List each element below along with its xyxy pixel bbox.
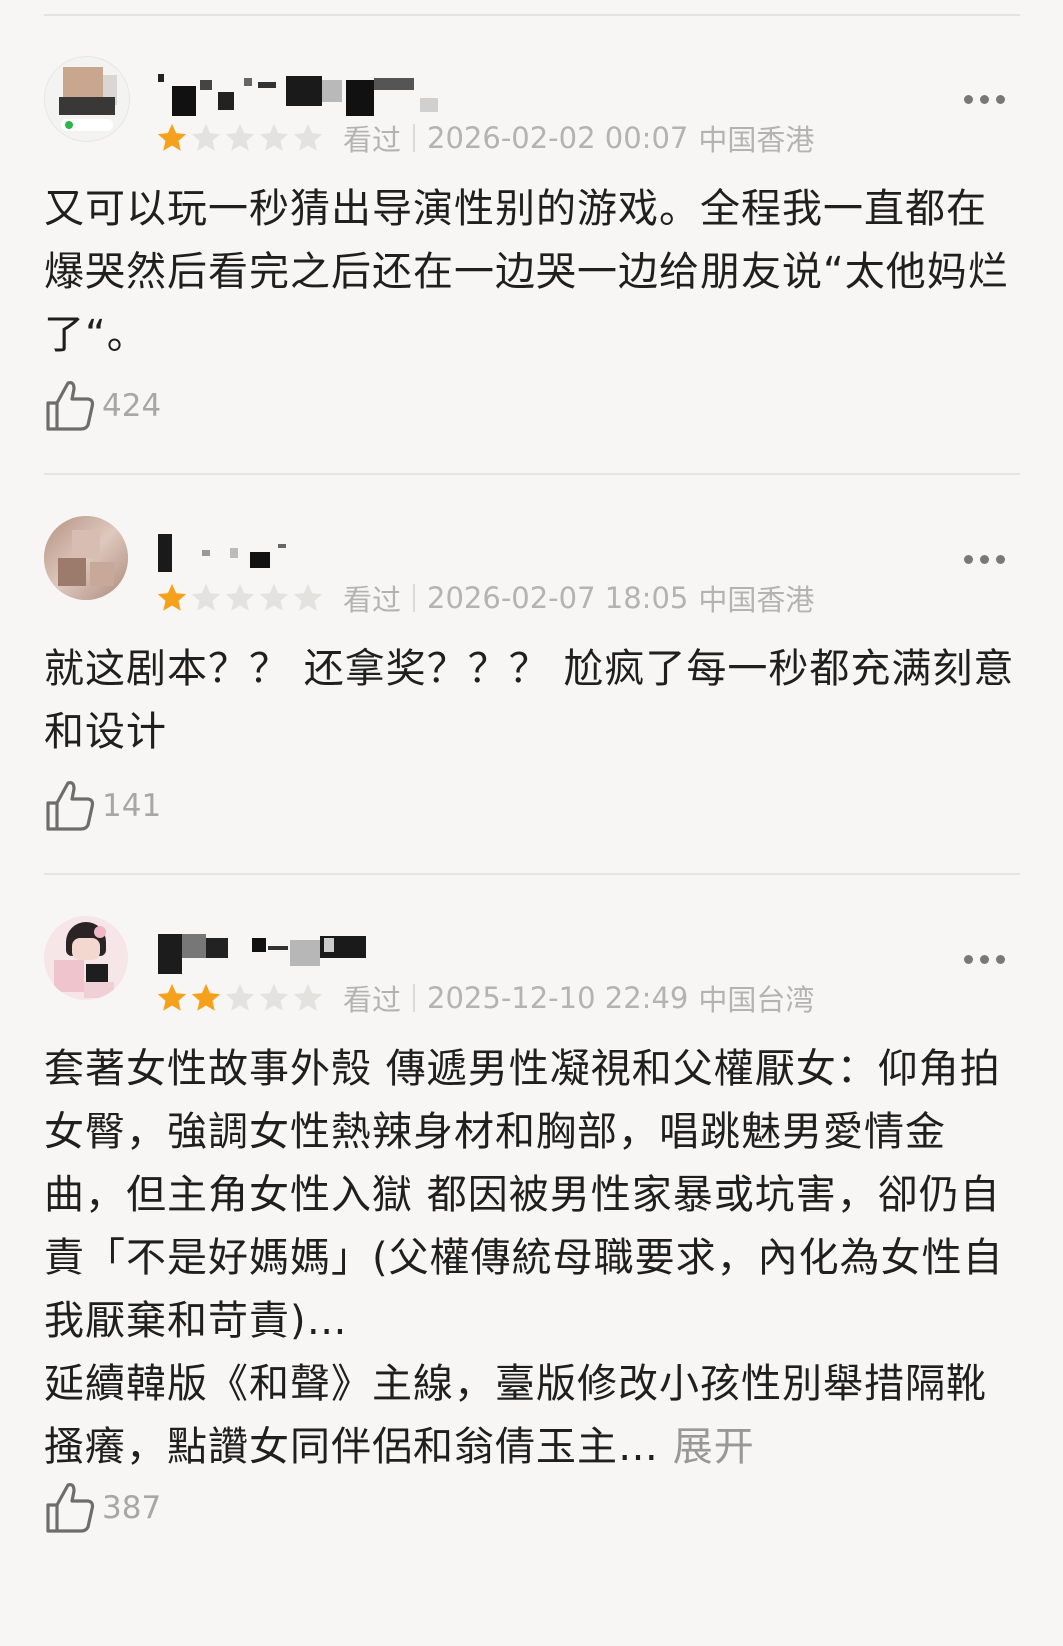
like-count: 141 — [102, 788, 162, 824]
review-location: 中国香港 — [698, 583, 815, 617]
review-paragraph: 延續韓版《和聲》主線，臺版修改小孩性別舉措隔靴搔癢，點讚女同伴侶和翁倩玉主… 展… — [44, 1361, 987, 1470]
review-datetime: 2026-02-07 18:05 — [427, 581, 689, 615]
meta-separator — [413, 584, 416, 612]
star-icon — [225, 123, 255, 151]
review-paragraph: 套著女性故事外殼 傳遞男性凝視和父權厭女：仰角拍女臀，強調女性熱辣身材和胸部，唱… — [44, 1046, 1004, 1344]
like-button[interactable]: 141 — [44, 778, 161, 834]
thumbs-up-icon — [46, 781, 95, 831]
review-content: 就这剧本？？ 还拿奖？？？ 尬疯了每一秒都充满刻意和设计 — [44, 638, 1019, 764]
review-meta: 看过 2026-02-07 18:05 中国香港 — [155, 578, 814, 618]
avatar[interactable] — [44, 56, 130, 142]
username[interactable] — [158, 72, 478, 120]
star-icon — [157, 123, 187, 151]
avatar[interactable] — [44, 916, 128, 1000]
review-meta: 看过 2026-02-02 00:07 中国香港 — [155, 118, 814, 158]
star-icon — [293, 983, 323, 1011]
watched-label: 看过 — [343, 583, 402, 617]
avatar[interactable] — [44, 516, 128, 600]
watched-label: 看过 — [343, 123, 402, 157]
thumbs-up-icon — [46, 1483, 95, 1533]
username[interactable] — [158, 532, 478, 580]
star-icon — [157, 583, 187, 611]
more-icon[interactable] — [964, 552, 1008, 566]
star-icon — [157, 983, 187, 1011]
review-location: 中国香港 — [698, 123, 815, 157]
star-icon — [191, 123, 221, 151]
expand-link[interactable]: 展开 — [673, 1424, 755, 1470]
review-content: 套著女性故事外殼 傳遞男性凝視和父權厭女：仰角拍女臀，強調女性熱辣身材和胸部，唱… — [44, 1038, 1019, 1479]
like-button[interactable]: 424 — [44, 378, 161, 434]
review-divider — [44, 473, 1020, 475]
star-icon — [293, 123, 323, 151]
star-rating — [155, 121, 325, 155]
star-rating — [155, 581, 325, 615]
more-icon[interactable] — [964, 952, 1008, 966]
like-button[interactable]: 387 — [44, 1480, 161, 1536]
watched-label: 看过 — [343, 983, 402, 1017]
meta-separator — [413, 124, 416, 152]
review-datetime: 2025-12-10 22:49 — [427, 981, 689, 1015]
star-icon — [293, 583, 323, 611]
star-icon — [225, 583, 255, 611]
star-icon — [259, 123, 289, 151]
review-location: 中国台湾 — [698, 983, 815, 1017]
like-count: 424 — [102, 388, 162, 424]
thumbs-up-icon — [46, 381, 95, 431]
review-content: 又可以玩一秒猜出导演性别的游戏。全程我一直都在爆哭然后看完之后还在一边哭一边给朋… — [44, 178, 1019, 367]
star-icon — [259, 583, 289, 611]
star-rating — [155, 981, 325, 1015]
more-icon[interactable] — [964, 92, 1008, 106]
star-icon — [191, 983, 221, 1011]
meta-separator — [413, 984, 416, 1012]
top-divider — [44, 14, 1020, 16]
star-icon — [259, 983, 289, 1011]
like-count: 387 — [102, 1490, 162, 1526]
star-icon — [191, 583, 221, 611]
review-datetime: 2026-02-02 00:07 — [427, 121, 689, 155]
review-paragraph: 就这剧本？？ 还拿奖？？？ 尬疯了每一秒都充满刻意和设计 — [44, 646, 1015, 755]
star-icon — [225, 983, 255, 1011]
review-meta: 看过 2025-12-10 22:49 中国台湾 — [155, 978, 814, 1018]
review-divider — [44, 873, 1020, 875]
username[interactable] — [158, 932, 478, 980]
review-paragraph: 又可以玩一秒猜出导演性别的游戏。全程我一直都在爆哭然后看完之后还在一边哭一边给朋… — [44, 186, 1009, 358]
